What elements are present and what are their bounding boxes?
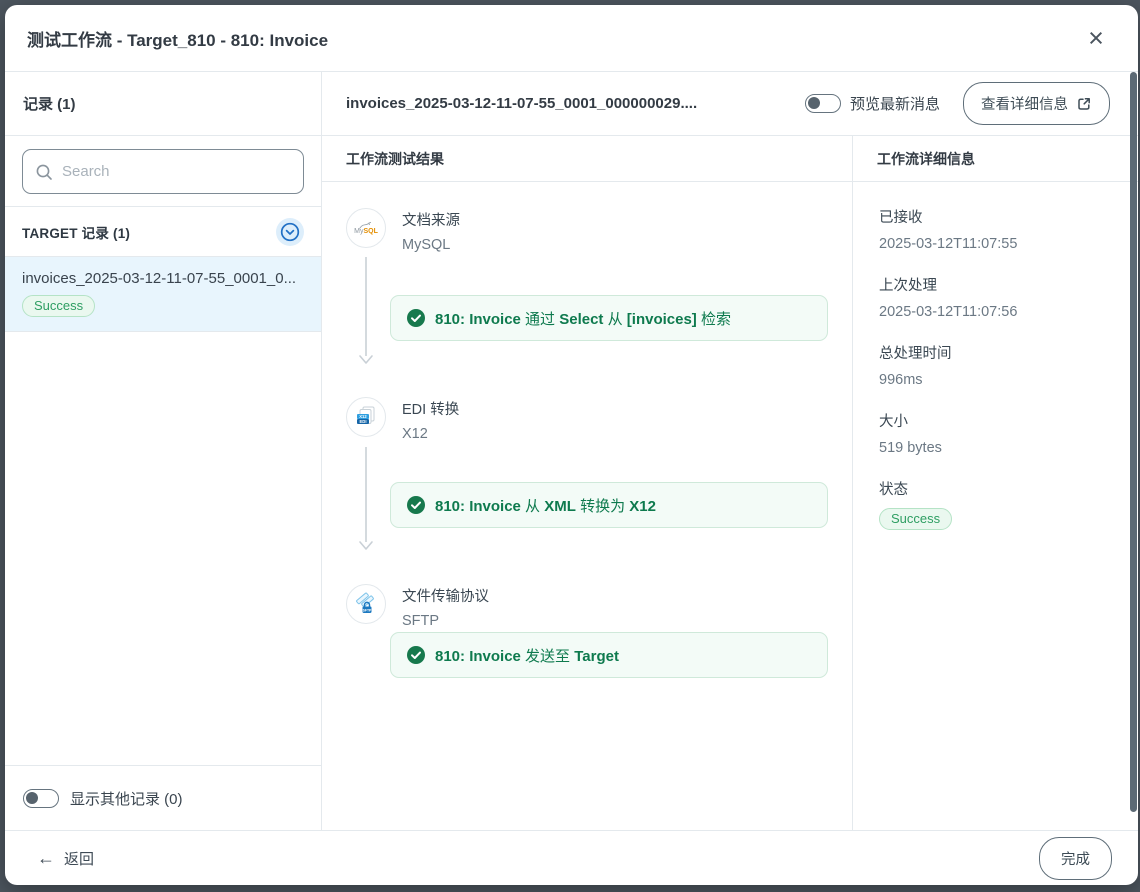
check-circle-icon	[407, 496, 425, 514]
detail-value: 2025-03-12T11:07:55	[879, 236, 1114, 252]
close-icon: ×	[1088, 25, 1104, 52]
svg-text:SFTP: SFTP	[363, 608, 372, 612]
status-badge: Success	[879, 508, 952, 530]
step-result-message: 810: Invoice 通过 Select 从 [invoices] 检索	[390, 295, 828, 341]
search-box[interactable]	[22, 149, 304, 194]
show-other-records-row: 显示其他记录 (0)	[5, 765, 321, 830]
workflow-results-title: 工作流测试结果	[322, 136, 852, 182]
detail-size: 大小 519 bytes	[879, 410, 1114, 456]
workflow-step-source: MySQL 文档来源 MySQL	[346, 208, 460, 253]
step-type-label: 文件传输协议	[402, 585, 489, 606]
show-other-records-toggle[interactable]	[23, 789, 59, 808]
test-workflow-modal: 测试工作流 - Target_810 - 810: Invoice × 记录 (…	[5, 5, 1138, 885]
workflow-steps: MySQL 文档来源 MySQL	[322, 182, 852, 830]
view-details-button-label: 查看详细信息	[981, 93, 1068, 114]
flow-arrow-down-icon	[358, 447, 374, 551]
target-records-group-label: TARGET 记录 (1)	[22, 222, 130, 242]
close-button[interactable]: ×	[1080, 22, 1112, 54]
step-result-text: 810: Invoice 发送至 Target	[435, 645, 619, 666]
step-name-label: SFTP	[402, 613, 489, 629]
content-area: invoices_2025-03-12-11-07-55_0001_000000…	[322, 72, 1138, 830]
step-name-label: MySQL	[402, 237, 460, 253]
record-status-badge: Success	[22, 295, 95, 317]
check-circle-icon	[407, 309, 425, 327]
detail-label: 大小	[879, 410, 1114, 431]
check-circle-icon	[407, 646, 425, 664]
detail-last-processed: 上次处理 2025-03-12T11:07:56	[879, 274, 1114, 320]
detail-value: 2025-03-12T11:07:56	[879, 304, 1114, 320]
detail-label: 总处理时间	[879, 342, 1114, 363]
flow-arrow-down-icon	[358, 257, 374, 365]
modal-title-bar: 测试工作流 - Target_810 - 810: Invoice ×	[5, 5, 1138, 72]
search-icon	[35, 163, 53, 181]
workflow-step-edi: X12 EDI EDI 转换 X12	[346, 397, 459, 442]
edi-file-icon: X12 EDI	[346, 397, 386, 437]
detail-status: 状态 Success	[879, 478, 1114, 530]
modal-footer: ← 返回 完成	[5, 830, 1138, 885]
search-section	[5, 136, 321, 207]
record-list-item[interactable]: invoices_2025-03-12-11-07-55_0001_0... S…	[5, 257, 321, 332]
detail-total-processing-time: 总处理时间 996ms	[879, 342, 1114, 388]
mysql-icon: MySQL	[346, 208, 386, 248]
show-other-records-label: 显示其他记录 (0)	[70, 788, 183, 809]
workflow-details-column: 工作流详细信息 已接收 2025-03-12T11:07:55 上次处理 202…	[853, 136, 1138, 830]
back-button[interactable]: ← 返回	[37, 848, 94, 869]
search-input[interactable]	[62, 163, 291, 180]
back-button-label: 返回	[64, 848, 94, 869]
done-button[interactable]: 完成	[1039, 837, 1112, 880]
workflow-results-column: 工作流测试结果 MySQL 文档来源	[322, 136, 853, 830]
svg-text:EDI: EDI	[360, 419, 367, 424]
detail-label: 已接收	[879, 206, 1114, 227]
step-type-label: 文档来源	[402, 209, 460, 230]
step-result-text: 810: Invoice 从 XML 转换为 X12	[435, 495, 656, 516]
workflow-details-title: 工作流详细信息	[853, 136, 1138, 182]
step-result-text: 810: Invoice 通过 Select 从 [invoices] 检索	[435, 308, 731, 329]
step-result-message: 810: Invoice 从 XML 转换为 X12	[390, 482, 828, 528]
workflow-details-list: 已接收 2025-03-12T11:07:55 上次处理 2025-03-12T…	[853, 182, 1138, 552]
detail-label: 状态	[879, 478, 1114, 499]
workflow-step-sftp: SFTP 文件传输协议 SFTP	[346, 584, 489, 629]
step-result-message: 810: Invoice 发送至 Target	[390, 632, 828, 678]
back-arrow-icon: ←	[37, 849, 55, 867]
detail-value: 996ms	[879, 372, 1114, 388]
selected-record-filename: invoices_2025-03-12-11-07-55_0001_000000…	[346, 95, 791, 112]
chevron-down-circle-icon	[280, 222, 300, 242]
target-records-group-header: TARGET 记录 (1)	[5, 207, 321, 257]
record-name: invoices_2025-03-12-11-07-55_0001_0...	[22, 270, 304, 287]
modal-title: 测试工作流 - Target_810 - 810: Invoice	[27, 26, 1080, 51]
vertical-scrollbar-thumb[interactable]	[1130, 72, 1137, 812]
detail-value: 519 bytes	[879, 440, 1114, 456]
preview-latest-message-label: 预览最新消息	[850, 93, 940, 114]
records-sidebar: 记录 (1) TARGET 记录 (1)	[5, 72, 322, 830]
step-name-label: X12	[402, 426, 459, 442]
external-link-icon	[1076, 96, 1092, 112]
detail-label: 上次处理	[879, 274, 1114, 295]
records-panel-title: 记录 (1)	[5, 72, 321, 136]
sftp-icon: SFTP	[346, 584, 386, 624]
step-type-label: EDI 转换	[402, 398, 459, 419]
detail-received: 已接收 2025-03-12T11:07:55	[879, 206, 1114, 252]
collapse-group-button[interactable]	[276, 218, 304, 246]
view-details-button[interactable]: 查看详细信息	[963, 82, 1110, 125]
preview-latest-message-toggle[interactable]	[805, 94, 841, 113]
content-header: invoices_2025-03-12-11-07-55_0001_000000…	[322, 72, 1138, 136]
